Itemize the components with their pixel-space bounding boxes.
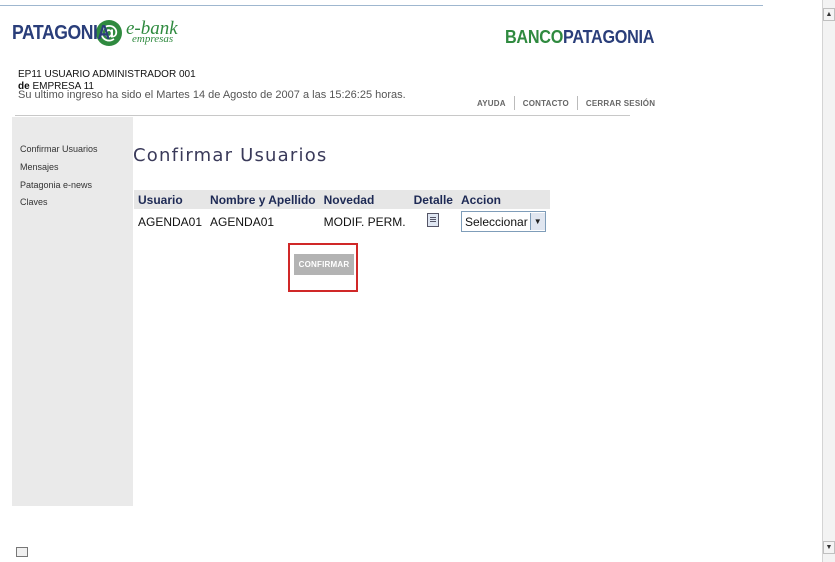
header-divider [15,115,630,116]
sidebar-item-claves[interactable]: Claves [20,197,48,207]
col-header-nombre: Nombre y Apellido [206,190,320,209]
user-name-line: EP11 USUARIO ADMINISTRADOR 001 [18,69,196,80]
cell-accion: Seleccionar ▼ [456,209,550,234]
table-row: AGENDA01 AGENDA01 MODIF. PERM. Seleccion… [134,209,550,234]
sidebar-item-patagonia-e-news[interactable]: Patagonia e-news [20,180,92,190]
document-icon[interactable] [427,213,440,227]
patagonia-ebank-logo: PATAGONIA @ e-bank empresas [12,16,178,50]
scroll-down-icon[interactable]: ▼ [823,541,835,554]
page-title: Confirmar Usuarios [133,145,328,166]
users-table: Usuario Nombre y Apellido Novedad Detall… [134,190,550,234]
link-divider [576,96,578,110]
sidebar-item-confirmar-usuarios[interactable]: Confirmar Usuarios [20,144,98,154]
help-link[interactable]: AYUDA [477,99,506,108]
top-border-line [0,5,763,6]
cell-detalle [409,209,457,234]
cell-novedad: MODIF. PERM. [319,209,410,234]
ebank-sub-text: empresas [132,33,174,45]
banco-patagonia-logo: BANCOPATAGONIA [505,27,654,48]
link-divider [513,96,515,110]
bank-name-part-b: PATAGONIA [563,27,655,47]
col-header-accion: Accion [456,190,550,209]
col-header-novedad: Novedad [319,190,410,209]
cell-usuario: AGENDA01 [134,209,207,234]
chevron-down-icon[interactable]: ▼ [529,213,545,230]
bank-name-part-a: BANCO [505,27,564,47]
sidebar: Confirmar Usuarios Mensajes Patagonia e-… [12,117,133,506]
scroll-up-icon[interactable]: ▲ [823,8,835,21]
last-login-text: Su ultimo ingreso ha sido el Martes 14 d… [18,89,406,101]
top-links: AYUDA CONTACTO CERRAR SESIÓN [477,96,655,110]
contact-link[interactable]: CONTACTO [523,99,569,108]
col-header-detalle: Detalle [409,190,457,209]
cell-nombre: AGENDA01 [206,209,320,234]
table-header-row: Usuario Nombre y Apellido Novedad Detall… [134,190,550,209]
action-select-value: Seleccionar [464,214,528,229]
col-header-usuario: Usuario [134,190,207,209]
status-page-icon [16,547,28,557]
confirm-button[interactable]: CONFIRMAR [294,254,354,275]
action-select[interactable]: Seleccionar ▼ [460,211,546,232]
ebank-wordmark: e-bank empresas [126,19,178,45]
logo-brand-text: PATAGONIA [12,21,110,44]
sidebar-item-mensajes[interactable]: Mensajes [20,162,59,172]
logout-link[interactable]: CERRAR SESIÓN [586,99,655,108]
vertical-scrollbar[interactable]: ▲ ▼ [822,0,835,562]
